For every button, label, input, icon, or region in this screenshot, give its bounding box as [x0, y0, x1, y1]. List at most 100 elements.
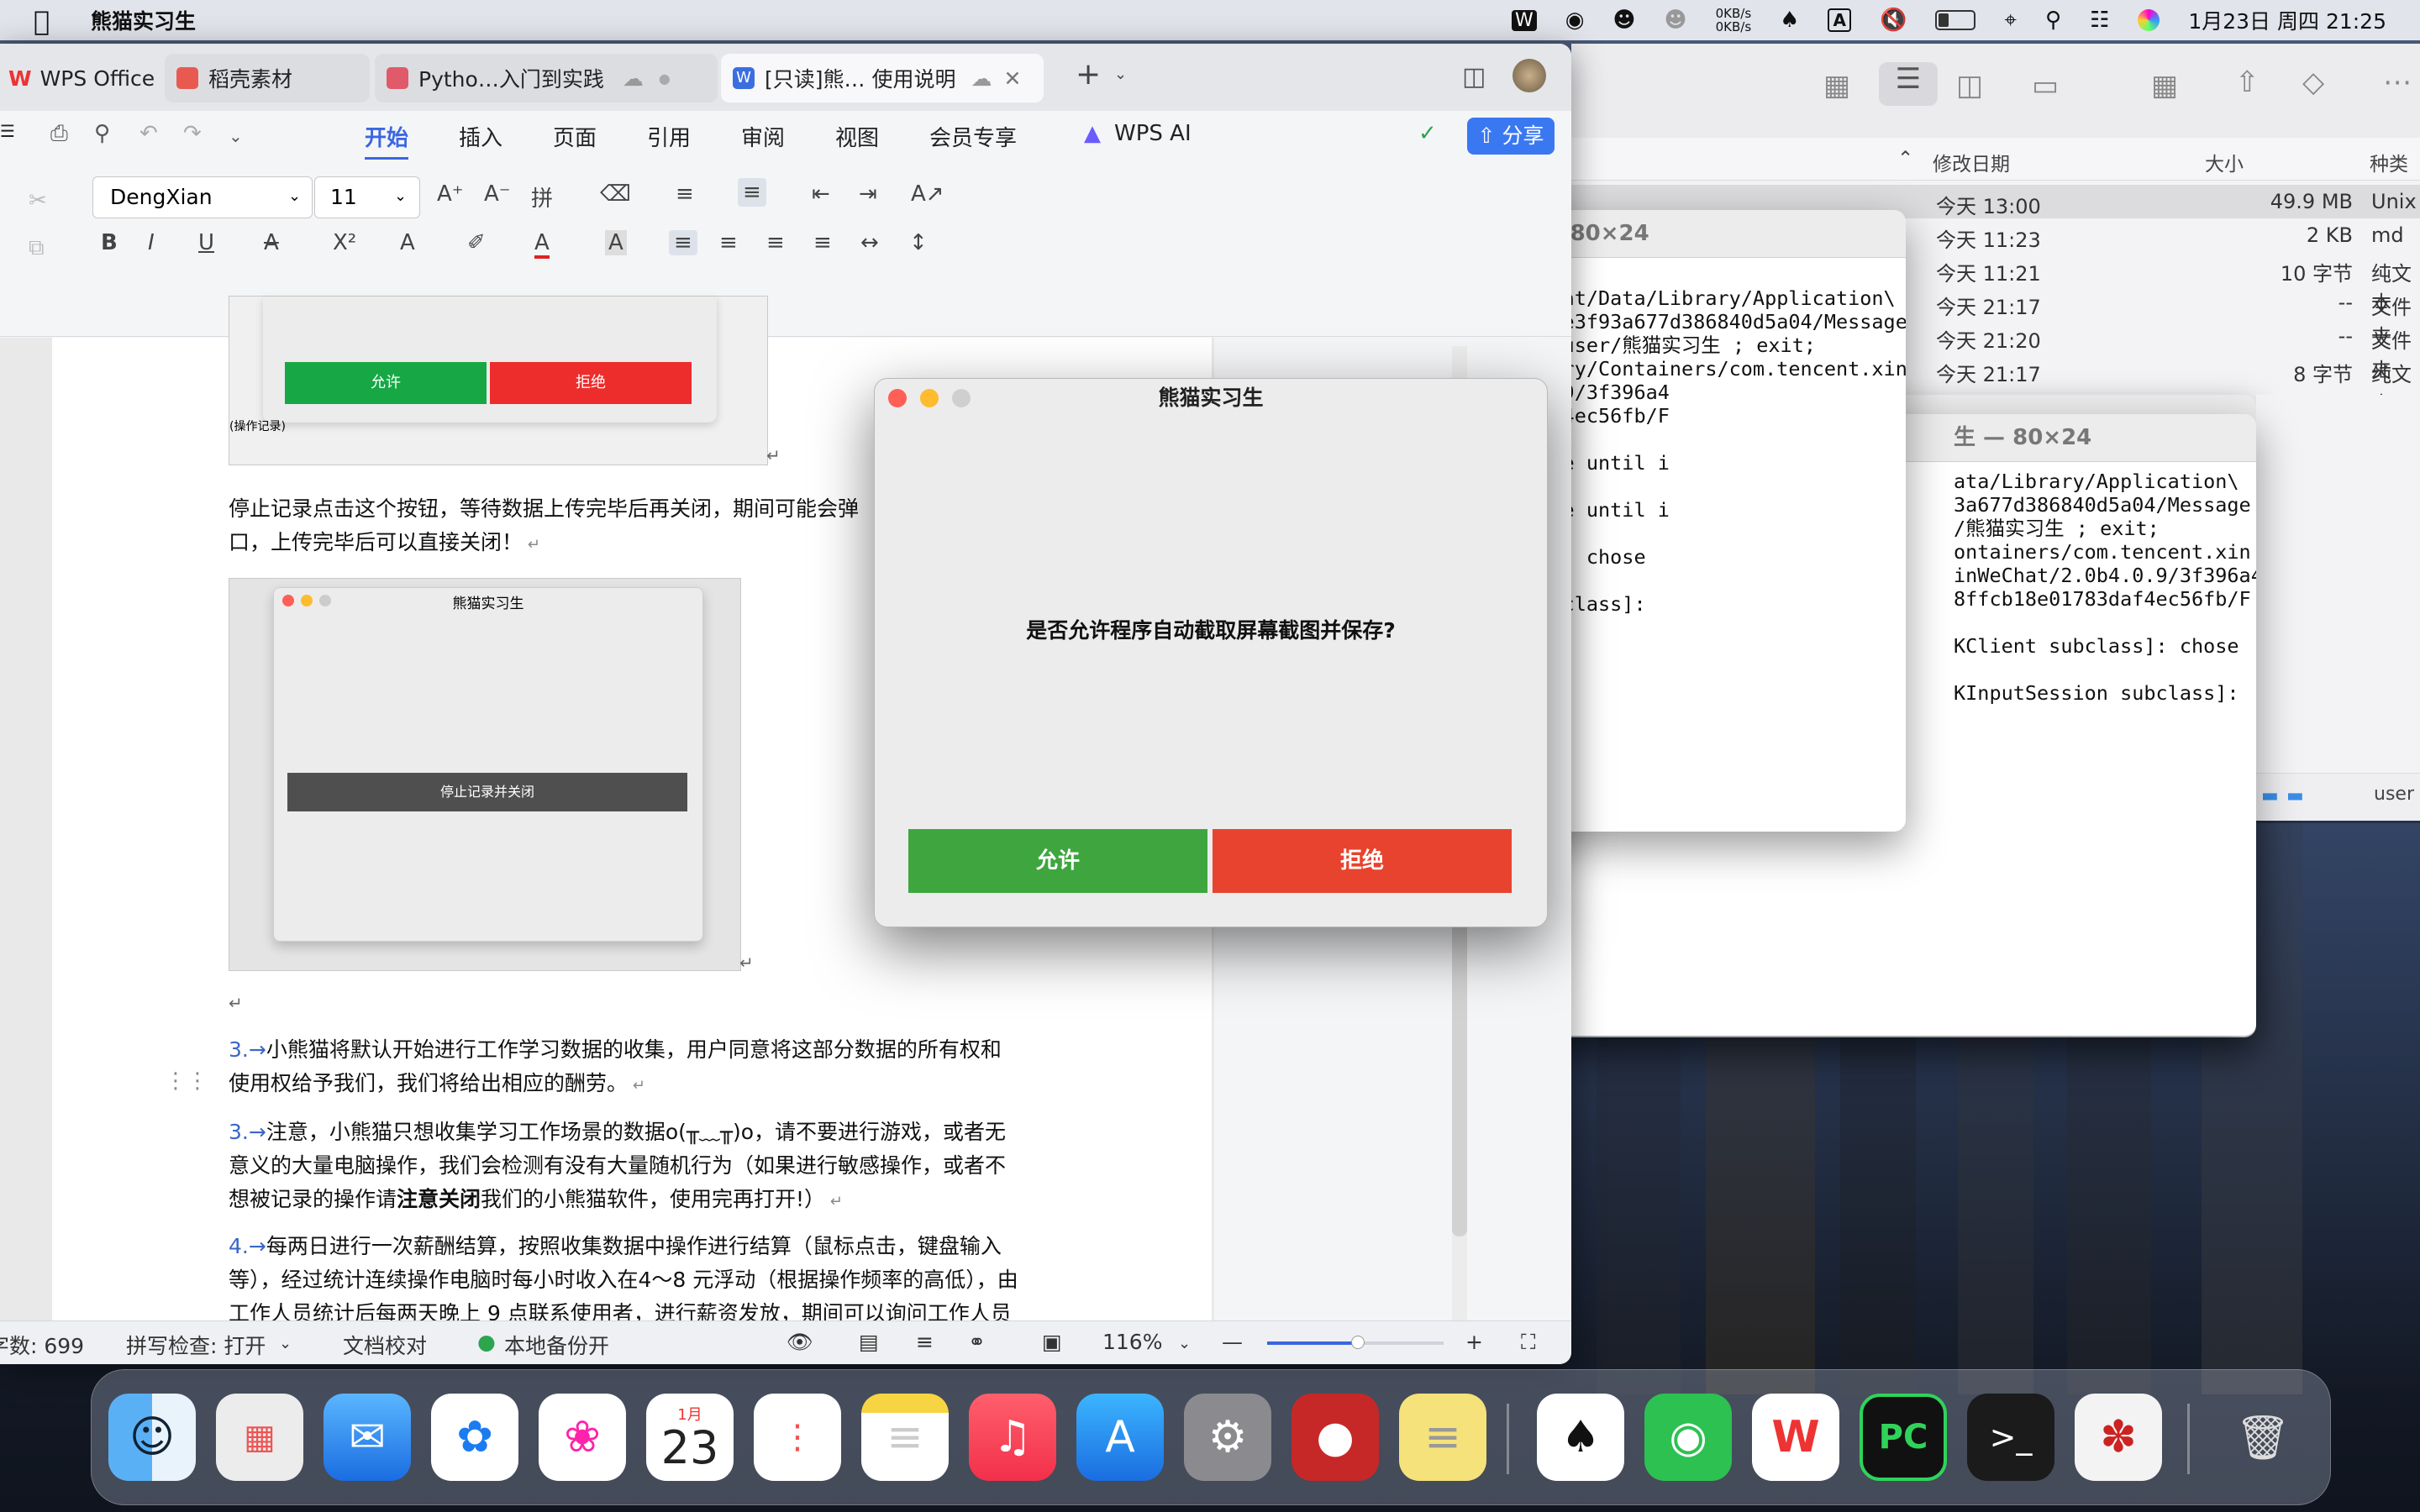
local-backup[interactable]: 本地备份开 [504, 1330, 609, 1360]
page-view-icon[interactable]: ▤ [859, 1330, 879, 1354]
print-preview-icon[interactable]: ⚲ [94, 121, 110, 146]
tab-wps-office[interactable]: W WPS Office [0, 54, 156, 102]
decrease-indent-icon[interactable]: ⇤ [812, 181, 830, 207]
decrease-font-icon[interactable]: A⁻ [484, 181, 511, 207]
more-icon[interactable]: ⋯ [2383, 66, 2412, 99]
cat-menubar-icon[interactable]: ☻ [1612, 8, 1635, 33]
zoom-level[interactable]: 116% [1102, 1330, 1162, 1354]
bold-icon[interactable]: B [101, 230, 118, 255]
zoom-slider[interactable] [1267, 1336, 1444, 1349]
wechat-menubar-icon[interactable]: ◉ [1565, 8, 1585, 33]
tab-home[interactable]: 开始 [365, 121, 409, 160]
calendar-icon[interactable]: 1月 23 [646, 1394, 734, 1481]
more-chevron-icon[interactable]: ⌄ [229, 126, 243, 146]
chevron-down-icon[interactable]: ⌄ [1114, 66, 1127, 83]
align-center-icon[interactable]: ≡ [719, 230, 738, 255]
col-date[interactable]: 修改日期 [1933, 148, 2010, 176]
mute-icon[interactable]: 🔇 [1880, 8, 1907, 33]
music-icon[interactable]: ♫ [969, 1394, 1056, 1481]
panda-intern-app-icon[interactable]: ✽ [2075, 1394, 2162, 1481]
underline-icon[interactable]: U [198, 230, 214, 255]
notes-icon[interactable]: ≡ [861, 1394, 949, 1481]
pycharm-icon[interactable]: PC [1860, 1394, 1947, 1481]
battery-icon[interactable] [1935, 10, 1976, 30]
wechat-icon[interactable]: ◉ [1644, 1394, 1732, 1481]
group-icon[interactable]: ▦ [2151, 69, 2178, 102]
web-view-icon[interactable]: ⚭ [968, 1330, 986, 1354]
ghost-cat-menubar-icon[interactable]: ☻ [1665, 8, 1687, 33]
clock[interactable]: 1月23日 周四 21:25 [2188, 5, 2386, 35]
superscript-icon[interactable]: X² [333, 230, 356, 255]
word-count[interactable]: 字数: 699 [0, 1330, 84, 1360]
wps-menubar-icon[interactable]: W [1511, 9, 1537, 31]
qq-menubar-icon[interactable]: ♠ [1780, 8, 1799, 33]
icon-view-icon[interactable]: ▦ [1823, 69, 1850, 102]
text-effect-icon[interactable]: A [400, 230, 415, 255]
col-size[interactable]: 大小 [2205, 148, 2244, 176]
minimize-icon[interactable] [920, 389, 939, 407]
drag-handle-icon[interactable]: ⋮⋮ [165, 1068, 208, 1094]
allow-button[interactable]: 允许 [908, 829, 1207, 893]
finder-icon[interactable]: ☺ [108, 1394, 196, 1481]
siri-icon[interactable] [2138, 9, 2160, 31]
mail-icon[interactable]: ✉ [324, 1394, 411, 1481]
col-kind[interactable]: 种类 [2370, 148, 2408, 176]
active-app-name[interactable]: 熊猫实习生 [91, 5, 196, 35]
share-icon[interactable]: ⇧ [2235, 66, 2260, 99]
system-settings-icon[interactable]: ⚙ [1184, 1394, 1271, 1481]
app-menu-icon[interactable]: ☰ [0, 121, 15, 141]
print-icon[interactable]: ⎙ [50, 121, 68, 147]
spell-check[interactable]: 拼写检查: 打开 [126, 1330, 266, 1360]
wps-ai-button[interactable]: WPS AI [1114, 121, 1192, 146]
zoom-out-icon[interactable]: — [1222, 1330, 1243, 1354]
align-left-icon[interactable]: ≡ [669, 230, 697, 255]
path-user[interactable]: user [2374, 784, 2414, 805]
phonetic-icon[interactable]: 拼 [531, 181, 553, 213]
tab-references[interactable]: 引用 [647, 121, 691, 152]
sort-chevron-icon[interactable]: ⌃ [1897, 148, 1913, 170]
clear-format-icon[interactable]: ⌫ [600, 181, 631, 207]
font-color-icon[interactable]: A [534, 230, 550, 259]
copy-icon[interactable]: ⧉ [29, 235, 45, 261]
tab-docer[interactable]: 稻壳素材 [165, 54, 370, 102]
photo-booth-icon[interactable]: ● [1292, 1394, 1379, 1481]
new-tab-icon[interactable]: + [1076, 57, 1101, 92]
bullet-list-icon[interactable]: ≡ [676, 181, 694, 207]
fit-page-icon[interactable]: ▣ [1042, 1330, 1062, 1354]
wifi-icon[interactable]: ⌖ [2004, 8, 2017, 34]
cut-icon[interactable]: ✂ [29, 188, 47, 213]
qq-icon[interactable]: ♠ [1537, 1394, 1624, 1481]
line-spacing-icon[interactable]: ↕ [909, 230, 928, 255]
wps-icon[interactable]: W [1752, 1394, 1839, 1481]
trash-icon[interactable]: 🗑 [2219, 1394, 2307, 1481]
tab-python-book[interactable]: Pytho…入门到实践 ☁ ● [375, 54, 718, 102]
tab-review[interactable]: 审阅 [741, 121, 785, 152]
tab-readme[interactable]: W [只读]熊… 使用说明 ☁ ✕ [721, 54, 1044, 102]
font-name-select[interactable]: DengXian ⌄ [92, 176, 313, 218]
apple-menu-icon[interactable]:  [34, 5, 50, 37]
highlight-icon[interactable]: ✐ [467, 230, 486, 255]
numbered-list-icon[interactable]: ≡ [738, 178, 766, 207]
tab-insert[interactable]: 插入 [459, 121, 502, 152]
text-direction-icon[interactable]: A↗ [911, 181, 944, 207]
increase-indent-icon[interactable]: ⇥ [859, 181, 877, 207]
increase-font-icon[interactable]: A⁺ [437, 181, 464, 207]
justify-icon[interactable]: ≡ [813, 230, 832, 255]
share-button[interactable]: ⇧ 分享 [1467, 118, 1555, 155]
stickies-icon[interactable]: ≡ [1399, 1394, 1486, 1481]
gallery-view-icon[interactable]: ▭ [2032, 69, 2059, 102]
close-tab-icon[interactable]: ✕ [1003, 66, 1021, 91]
tab-page[interactable]: 页面 [553, 121, 597, 152]
photos-icon[interactable]: ❀ [539, 1394, 626, 1481]
column-view-icon[interactable]: ◫ [1956, 69, 1983, 102]
list-view-icon[interactable]: ☰ [1879, 62, 1938, 106]
char-shading-icon[interactable]: A [605, 230, 627, 255]
close-icon[interactable] [888, 389, 907, 407]
app-store-icon[interactable]: A [1076, 1394, 1164, 1481]
avatar[interactable] [1512, 59, 1546, 92]
read-mode-icon[interactable]: 👁 [786, 1330, 813, 1355]
strikethrough-icon[interactable]: A [264, 230, 279, 255]
input-method-icon[interactable]: A [1828, 8, 1851, 32]
font-size-select[interactable]: 11 ⌄ [314, 176, 420, 218]
sidebar-toggle-icon[interactable]: ◫ [1462, 62, 1486, 92]
